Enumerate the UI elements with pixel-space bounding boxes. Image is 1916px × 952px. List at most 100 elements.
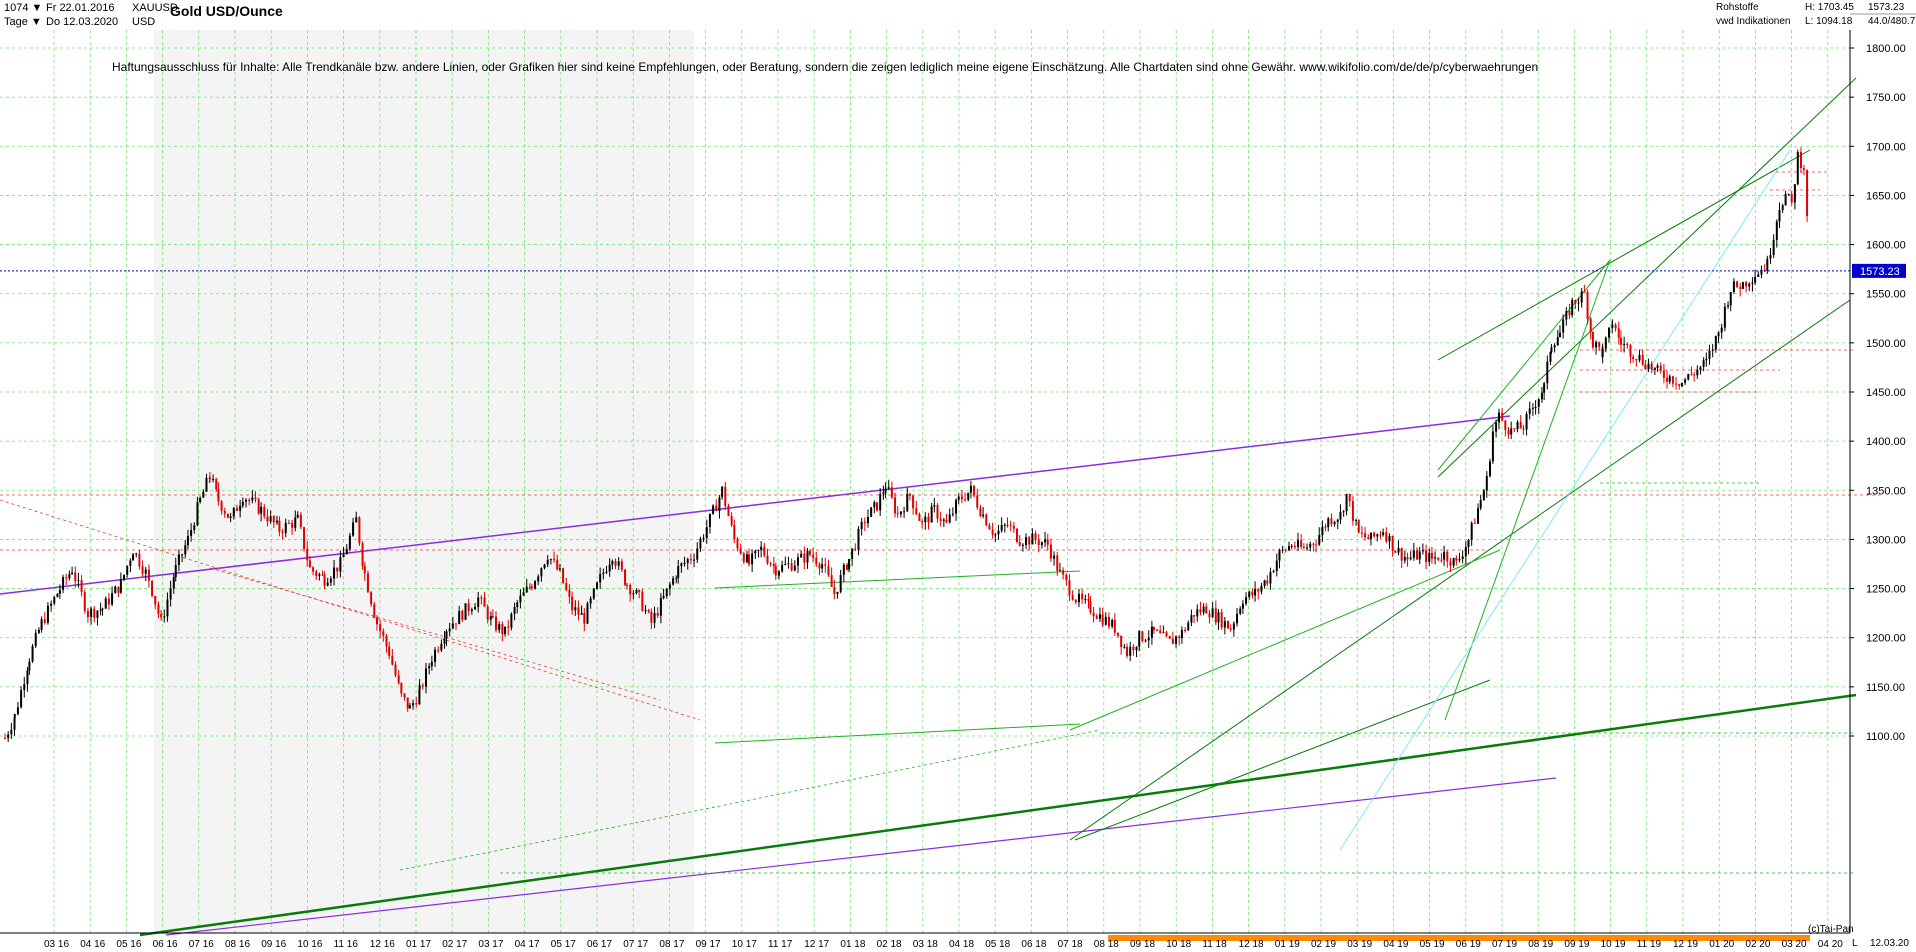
candle-body [854,548,857,550]
candle-body [147,575,150,581]
candle-body [918,514,921,522]
candle-body [339,557,342,572]
candle-body [489,616,492,620]
candle-body [202,491,205,498]
candle-body [220,501,223,511]
candle-body [1254,589,1257,596]
x-tick-label: 09 16 [261,939,286,950]
candle-body [675,577,678,579]
currency: USD [132,16,156,28]
candle-body [495,616,498,630]
candle-body [486,606,489,620]
period-selector[interactable]: 1074 ▼ [4,2,42,14]
candle-body [1120,635,1123,648]
candle-body [787,563,790,565]
candle-body [1806,169,1809,217]
candle-body [1650,363,1653,370]
candle-body [754,550,757,554]
candle-body [908,493,911,496]
x-tick-label: 05 18 [985,939,1010,950]
candle-body [924,516,927,523]
candle-body [241,501,244,506]
candle-body [318,574,321,576]
candle-body [1495,422,1498,432]
candle-body [43,619,46,623]
x-tick-label: 08 19 [1528,939,1553,950]
candle-body [1089,600,1092,613]
candle-body [1778,209,1781,222]
candle-body [1790,193,1793,203]
candle-body [129,560,132,566]
candle-body [1680,382,1683,386]
candle-body [1351,501,1354,521]
candle-body [712,505,715,514]
candle-body [174,564,177,578]
candle-body [951,513,954,515]
candle-body [458,611,461,625]
candle-body [1199,609,1202,613]
candle-body [617,561,620,566]
candle-body [1049,544,1052,559]
candle-body [933,505,936,507]
candle-body [733,524,736,539]
candle-body [212,479,215,481]
candle-body [491,616,494,618]
candle-body [1757,274,1760,277]
candle-body [1315,544,1318,546]
y-tick-label: 1100.00 [1866,731,1905,743]
candle-body [1278,550,1281,561]
candle-body [1297,540,1300,548]
candle-body [111,593,114,605]
candle-body [1550,347,1553,353]
candle-body [1720,327,1723,333]
candle-body [196,502,199,526]
candle-body [635,590,638,594]
candle-body [1766,258,1769,271]
x-tick-label: 04 19 [1383,939,1408,950]
candle-body [172,577,175,589]
candle-body [589,598,592,604]
candle-body [1077,593,1080,603]
candle-body [870,507,873,517]
candle-body [1107,616,1110,627]
candle-body [580,613,583,615]
candle-body [528,586,531,588]
candle-body [513,606,516,614]
interval-selector[interactable]: Tage ▼ [4,16,42,28]
y-tick-label: 1200.00 [1866,633,1906,645]
candle-body [7,734,10,739]
candle-body [1321,526,1324,536]
candle-body [1031,533,1034,545]
candle-body [1348,494,1351,502]
candle-body [248,499,251,501]
candle-body [1175,636,1178,644]
price-chart[interactable]: 1100.00 1150.00 1200.00 1250.00 1300.00 1350.… [0,0,1916,952]
candle-body [620,561,623,570]
candle-body [1473,523,1476,525]
candle-body [662,595,665,598]
candle-body [595,582,598,589]
candle-body [1729,291,1732,306]
candle-body [321,574,324,576]
candle-body [1488,461,1491,476]
candle-body [1287,546,1290,551]
candle-body [751,553,754,565]
candle-body [177,554,180,565]
y-tick-label: 1650.00 [1866,190,1906,202]
candle-body [991,529,994,535]
candle-body [1165,632,1168,637]
candle-body [342,554,345,558]
candle-body [653,612,656,623]
candle-body [1208,613,1211,618]
candle-body [86,610,89,618]
candle-body [939,518,942,521]
candle-body [777,571,780,576]
candle-body [1132,646,1135,651]
candle-body [186,535,189,546]
candle-body [1696,369,1699,376]
candle-body [1081,593,1084,600]
x-tick-label: 04 20 [1818,939,1843,950]
candle-body [683,562,686,564]
candle-body [223,510,226,514]
candle-body [1159,630,1162,634]
